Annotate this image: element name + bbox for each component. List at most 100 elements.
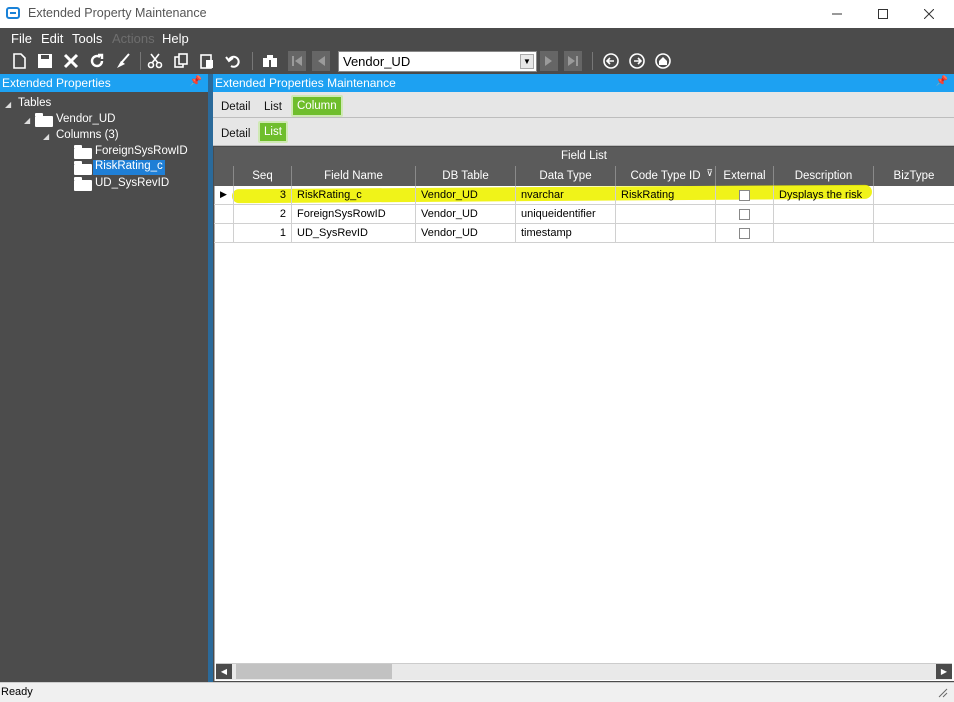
cell-field-name[interactable]: UD_SysRevID (291, 224, 415, 243)
new-button[interactable] (8, 50, 30, 72)
column-header-db-table[interactable]: DB Table (415, 166, 515, 186)
cell-field-name[interactable]: RiskRating_c (291, 186, 415, 205)
column-header-label: Code Type ID (630, 170, 701, 182)
tree-node-columns[interactable]: Columns (3) (56, 129, 119, 141)
column-header-external[interactable]: External (715, 166, 773, 186)
cell-db-table[interactable]: Vendor_UD (415, 205, 515, 224)
external-checkbox[interactable] (739, 228, 750, 239)
tab-list[interactable]: List (260, 98, 286, 116)
cell-code-type-id[interactable] (615, 205, 715, 224)
column-header-field-name[interactable]: Field Name (291, 166, 415, 186)
maximize-button[interactable] (860, 0, 906, 28)
paste-button[interactable] (196, 50, 218, 72)
table-row[interactable]: ▶ 3 RiskRating_c Vendor_UD nvarchar Risk… (214, 186, 954, 205)
cell-data-type[interactable]: nvarchar (515, 186, 615, 205)
cell-seq[interactable]: 2 (233, 205, 291, 224)
tree-node-tables[interactable]: Tables (18, 97, 51, 109)
refresh-button[interactable] (86, 50, 108, 72)
maximize-icon (878, 9, 888, 19)
column-header-code-type-id[interactable]: Code Type ID ⊽ (615, 166, 715, 186)
cell-db-table[interactable]: Vendor_UD (415, 186, 515, 205)
home-icon (655, 53, 671, 69)
scroll-left-icon[interactable]: ◀ (216, 664, 232, 679)
last-record-button[interactable] (564, 51, 582, 71)
tree-node-column[interactable]: UD_SysRevID (95, 177, 169, 189)
pin-icon[interactable]: 📌 (936, 76, 948, 87)
copy-button[interactable] (170, 50, 192, 72)
filter-icon[interactable]: ⊽ (706, 168, 713, 179)
close-icon (924, 9, 934, 19)
column-header-biztype[interactable]: BizType (873, 166, 954, 186)
grid-header-row: Seq Field Name DB Table Data Type Code T… (214, 166, 954, 186)
row-selector[interactable] (214, 224, 233, 243)
scrollbar-thumb[interactable] (236, 664, 392, 679)
delete-icon (63, 53, 79, 69)
table-row[interactable]: 2 ForeignSysRowID Vendor_UD uniqueidenti… (214, 205, 954, 224)
cell-db-table[interactable]: Vendor_UD (415, 224, 515, 243)
chevron-down-icon[interactable]: ▼ (520, 54, 534, 69)
menu-edit[interactable]: Edit (41, 31, 63, 46)
close-button[interactable] (906, 0, 952, 28)
subtab-detail[interactable]: Detail (217, 125, 254, 143)
undo-button[interactable] (222, 50, 244, 72)
tree-node-column-selected[interactable]: RiskRating_c (93, 160, 165, 175)
home-button[interactable] (652, 50, 674, 72)
next-record-button[interactable] (540, 51, 558, 71)
menu-tools[interactable]: Tools (72, 31, 102, 46)
app-icon (6, 7, 20, 19)
cell-code-type-id[interactable] (615, 224, 715, 243)
new-icon (13, 53, 26, 69)
clear-button[interactable] (112, 50, 134, 72)
tree-node-vendor-ud[interactable]: Vendor_UD (56, 113, 115, 125)
cell-biztype[interactable] (873, 224, 954, 243)
expand-icon[interactable]: ◢ (5, 100, 11, 109)
row-selector[interactable] (214, 205, 233, 224)
cell-data-type[interactable]: uniqueidentifier (515, 205, 615, 224)
cell-biztype[interactable] (873, 186, 954, 205)
cell-description[interactable] (773, 205, 873, 224)
cell-biztype[interactable] (873, 205, 954, 224)
scroll-right-icon[interactable]: ▶ (936, 664, 952, 679)
cell-field-name[interactable]: ForeignSysRowID (291, 205, 415, 224)
subtab-list[interactable]: List (258, 121, 288, 143)
menu-file[interactable]: File (11, 31, 32, 46)
cell-external (715, 224, 773, 243)
minimize-button[interactable] (814, 0, 860, 28)
left-panel-header: Extended Properties 📌 (0, 74, 208, 92)
external-checkbox[interactable] (739, 190, 750, 201)
resize-grip-icon[interactable] (938, 688, 948, 698)
broom-icon (117, 53, 130, 68)
paste-icon (200, 54, 213, 69)
toolbar-separator (592, 52, 593, 70)
cell-seq[interactable]: 1 (233, 224, 291, 243)
back-button[interactable] (600, 50, 622, 72)
cell-description[interactable] (773, 224, 873, 243)
tab-column[interactable]: Column (291, 95, 343, 117)
next-icon (545, 56, 552, 66)
expand-icon[interactable]: ◢ (43, 132, 49, 141)
cell-external (715, 205, 773, 224)
tree-node-column[interactable]: ForeignSysRowID (95, 145, 188, 157)
expand-icon[interactable]: ◢ (24, 116, 30, 125)
column-header-data-type[interactable]: Data Type (515, 166, 615, 186)
previous-record-button[interactable] (312, 51, 330, 71)
table-row[interactable]: 1 UD_SysRevID Vendor_UD timestamp (214, 224, 954, 243)
menu-actions[interactable]: Actions (112, 31, 155, 46)
column-header-description[interactable]: Description (773, 166, 873, 186)
cell-seq[interactable]: 3 (233, 186, 291, 205)
cell-description[interactable]: Dysplays the risk (773, 186, 873, 205)
tab-detail[interactable]: Detail (217, 98, 254, 116)
delete-button[interactable] (60, 50, 82, 72)
cell-data-type[interactable]: timestamp (515, 224, 615, 243)
search-button[interactable] (259, 50, 281, 72)
cell-code-type-id[interactable]: RiskRating (615, 186, 715, 205)
external-checkbox[interactable] (739, 209, 750, 220)
first-record-button[interactable] (288, 51, 306, 71)
forward-button[interactable] (626, 50, 648, 72)
column-header-seq[interactable]: Seq (233, 166, 291, 186)
record-selector[interactable]: Vendor_UD ▼ (338, 51, 537, 72)
pin-icon[interactable]: 📌 (190, 76, 202, 87)
save-button[interactable] (34, 50, 56, 72)
menu-help[interactable]: Help (162, 31, 189, 46)
cut-button[interactable] (144, 50, 166, 72)
